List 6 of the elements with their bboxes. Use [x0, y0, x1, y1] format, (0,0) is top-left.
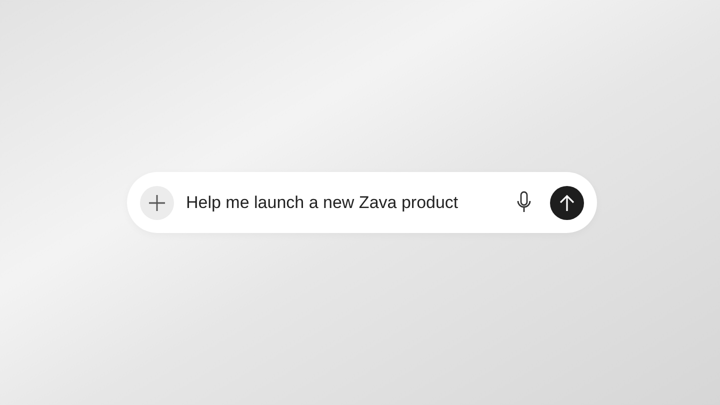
add-button[interactable]	[140, 186, 174, 220]
plus-icon	[148, 194, 166, 212]
microphone-icon[interactable]	[516, 190, 532, 214]
send-button[interactable]	[550, 186, 584, 220]
prompt-field[interactable]: Help me launch a new Zava product	[186, 192, 508, 212]
arrow-up-icon	[559, 194, 575, 212]
